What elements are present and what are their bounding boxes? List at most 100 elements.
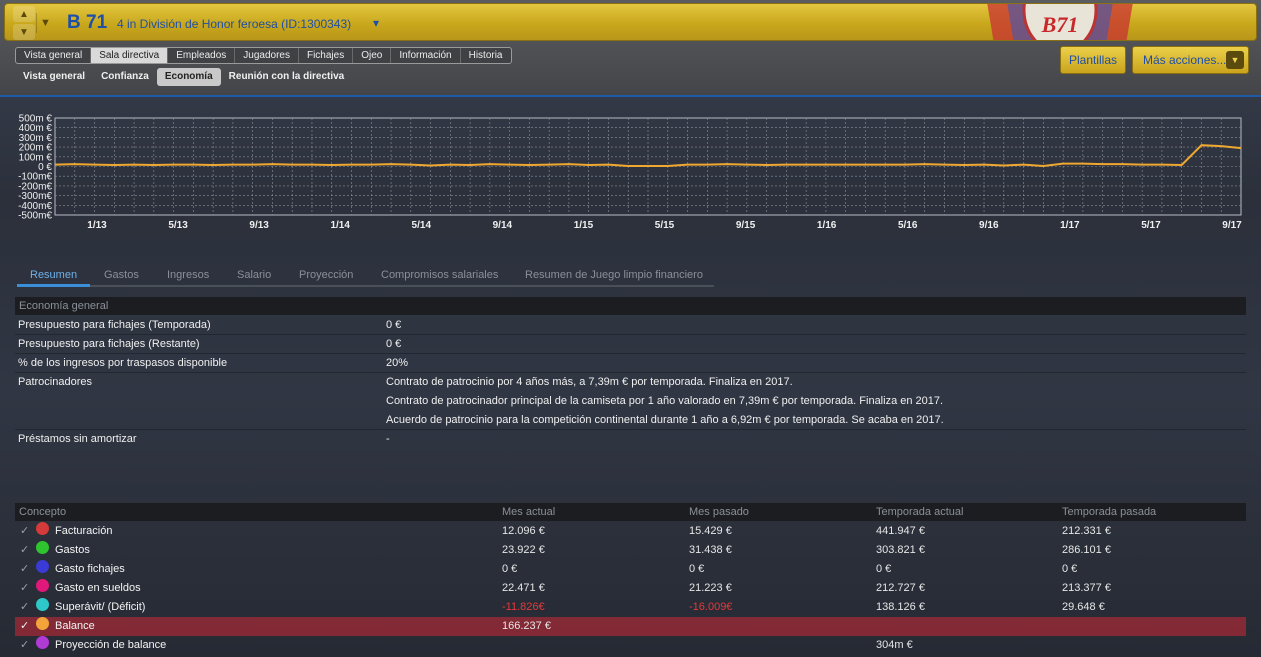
chevron-down-icon: ▼ <box>1226 51 1244 69</box>
svg-text:B71: B71 <box>1041 12 1079 37</box>
general-row-value: 20% <box>386 357 409 369</box>
concept-label: Balance <box>55 620 95 632</box>
y-tick-label: -500m€ <box>18 211 52 222</box>
concept-value: 31.438 € <box>689 544 732 556</box>
tab-historia[interactable]: Historia <box>461 48 511 63</box>
concept-value: 286.101 € <box>1062 544 1111 556</box>
chevron-down-icon[interactable]: ▼ <box>36 13 54 33</box>
check-icon[interactable]: ✓ <box>20 579 29 598</box>
mas-acciones-label: Más acciones... <box>1143 53 1227 67</box>
general-row: % de los ingresos por traspasos disponib… <box>15 354 1246 373</box>
check-icon[interactable]: ✓ <box>20 541 29 560</box>
club-subtitle[interactable]: 4 in División de Honor feroesa (ID:13003… <box>117 17 351 31</box>
nav-arrows: ▲ ▼ <box>13 6 35 40</box>
series-color-dot <box>36 541 49 554</box>
tab-informacion[interactable]: Información <box>391 48 461 63</box>
concept-value: 304m € <box>876 639 913 651</box>
concept-value: 12.096 € <box>502 525 545 537</box>
check-icon[interactable]: ✓ <box>20 617 29 636</box>
general-row-key: Patrocinadores <box>18 376 92 388</box>
col-mes-actual[interactable]: Mes actual <box>502 503 555 521</box>
subtab-confianza[interactable]: Confianza <box>93 68 157 86</box>
tab-compromisos[interactable]: Compromisos salariales <box>381 269 498 281</box>
finance-chart: 500m €400m €300m €200m €100m €0 € -100m€ -… <box>0 110 1261 235</box>
concept-value: 0 € <box>876 563 892 575</box>
general-row: Patrocinadores Contrato de patrocinio po… <box>15 373 1246 392</box>
sub-tabs: Vista general Confianza Economía Reunión… <box>15 68 352 86</box>
col-mes-pasado[interactable]: Mes pasado <box>689 503 749 521</box>
plantillas-button[interactable]: Plantillas <box>1060 46 1126 74</box>
concept-value: 213.377 € <box>1062 582 1111 594</box>
tab-juego-limpio[interactable]: Resumen de Juego limpio financiero <box>525 269 703 281</box>
concept-value: -16.009€ <box>689 601 733 613</box>
col-temporada-pasada[interactable]: Temporada pasada <box>1062 503 1156 521</box>
subtab-vista-general[interactable]: Vista general <box>15 68 93 86</box>
concept-value: 212.331 € <box>1062 525 1111 537</box>
tab-ojeo[interactable]: Ojeo <box>353 48 392 63</box>
tab-empleados[interactable]: Empleados <box>168 48 236 63</box>
general-row: Préstamos sin amortizar - <box>15 430 1246 449</box>
concept-label: Proyección de balance <box>55 639 167 651</box>
nav-up-icon[interactable]: ▲ <box>13 6 35 22</box>
concept-row: ✓ Gasto en sueldos 22.471 € 21.223 € 212.727… <box>15 579 1246 598</box>
x-tick-label: 1/14 <box>330 220 350 231</box>
general-row-key: Préstamos sin amortizar <box>18 433 137 445</box>
check-icon[interactable]: ✓ <box>20 636 29 655</box>
tab-resumen[interactable]: Resumen <box>30 269 77 281</box>
concept-label: Facturación <box>55 525 113 537</box>
concept-value: 21.223 € <box>689 582 732 594</box>
tab-vista-general[interactable]: Vista general <box>16 48 92 63</box>
check-icon[interactable]: ✓ <box>20 522 29 541</box>
general-row-value: - <box>386 433 390 445</box>
concept-label: Gasto en sueldos <box>55 582 141 594</box>
header-panel: ▲ ▼ ▼ B 71 4 in División de Honor feroes… <box>0 0 1261 97</box>
x-tick-label: 9/16 <box>979 220 999 231</box>
series-color-dot <box>36 617 49 630</box>
concept-value: 0 € <box>689 563 705 575</box>
check-icon[interactable]: ✓ <box>20 598 29 617</box>
concept-row: ✓ Gasto fichajes 0 € 0 € 0 € 0 € <box>15 560 1246 579</box>
tab-ingresos[interactable]: Ingresos <box>167 269 209 281</box>
x-tick-label: 5/13 <box>168 220 188 231</box>
concept-row: ✓ Superávit/ (Déficit) -11.826€ -16.009€ 138… <box>15 598 1246 617</box>
concept-row: ✓ Facturación 12.096 € 15.429 € 441.947 € 212… <box>15 522 1246 541</box>
series-color-dot <box>36 579 49 592</box>
subtab-economia[interactable]: Economía <box>156 68 221 86</box>
series-color-dot <box>36 636 49 649</box>
x-tick-label: 9/17 <box>1222 220 1242 231</box>
tab-fichajes[interactable]: Fichajes <box>299 48 354 63</box>
series-color-dot <box>36 522 49 535</box>
x-tick-label: 5/14 <box>412 220 432 231</box>
general-row-key: Presupuesto para fichajes (Temporada) <box>18 319 211 331</box>
general-row-value: Contrato de patrocinador principal de la… <box>386 395 944 407</box>
general-row-value: Contrato de patrocinio por 4 años más, a… <box>386 376 793 388</box>
general-economy-header: Economía general <box>15 297 1246 315</box>
mas-acciones-button[interactable]: Más acciones... ▼ <box>1132 46 1249 74</box>
tab-gastos[interactable]: Gastos <box>104 269 139 281</box>
nav-down-icon[interactable]: ▼ <box>13 24 35 40</box>
col-concepto[interactable]: Concepto <box>19 503 66 521</box>
check-icon[interactable]: ✓ <box>20 560 29 579</box>
tab-proyeccion[interactable]: Proyección <box>299 269 353 281</box>
subtab-reunion[interactable]: Reunión con la directiva <box>221 68 353 86</box>
concept-row: ✓ Gastos 23.922 € 31.438 € 303.821 € 286.101 … <box>15 541 1246 560</box>
general-row-key: Presupuesto para fichajes (Restante) <box>18 338 200 350</box>
concept-value: 29.648 € <box>1062 601 1105 613</box>
club-menu-chevron-icon[interactable]: ▾ <box>373 16 379 30</box>
col-temporada-actual[interactable]: Temporada actual <box>876 503 963 521</box>
concept-value: 0 € <box>1062 563 1078 575</box>
x-tick-label: 1/13 <box>87 220 107 231</box>
general-row-key: % de los ingresos por traspasos disponib… <box>18 357 228 369</box>
concept-value: 0 € <box>502 563 518 575</box>
tab-salario[interactable]: Salario <box>237 269 271 281</box>
concept-value: 138.126 € <box>876 601 925 613</box>
tab-jugadores[interactable]: Jugadores <box>235 48 299 63</box>
club-crest-icon: B71 <box>987 4 1133 40</box>
x-tick-label: 9/13 <box>249 220 269 231</box>
club-name: B 71 <box>67 12 108 33</box>
series-color-dot <box>36 560 49 573</box>
concept-value: 22.471 € <box>502 582 545 594</box>
tab-sala-directiva[interactable]: Sala directiva <box>91 48 169 63</box>
general-row: Presupuesto para fichajes (Restante) 0 € <box>15 335 1246 354</box>
general-row-value: 0 € <box>386 319 402 331</box>
